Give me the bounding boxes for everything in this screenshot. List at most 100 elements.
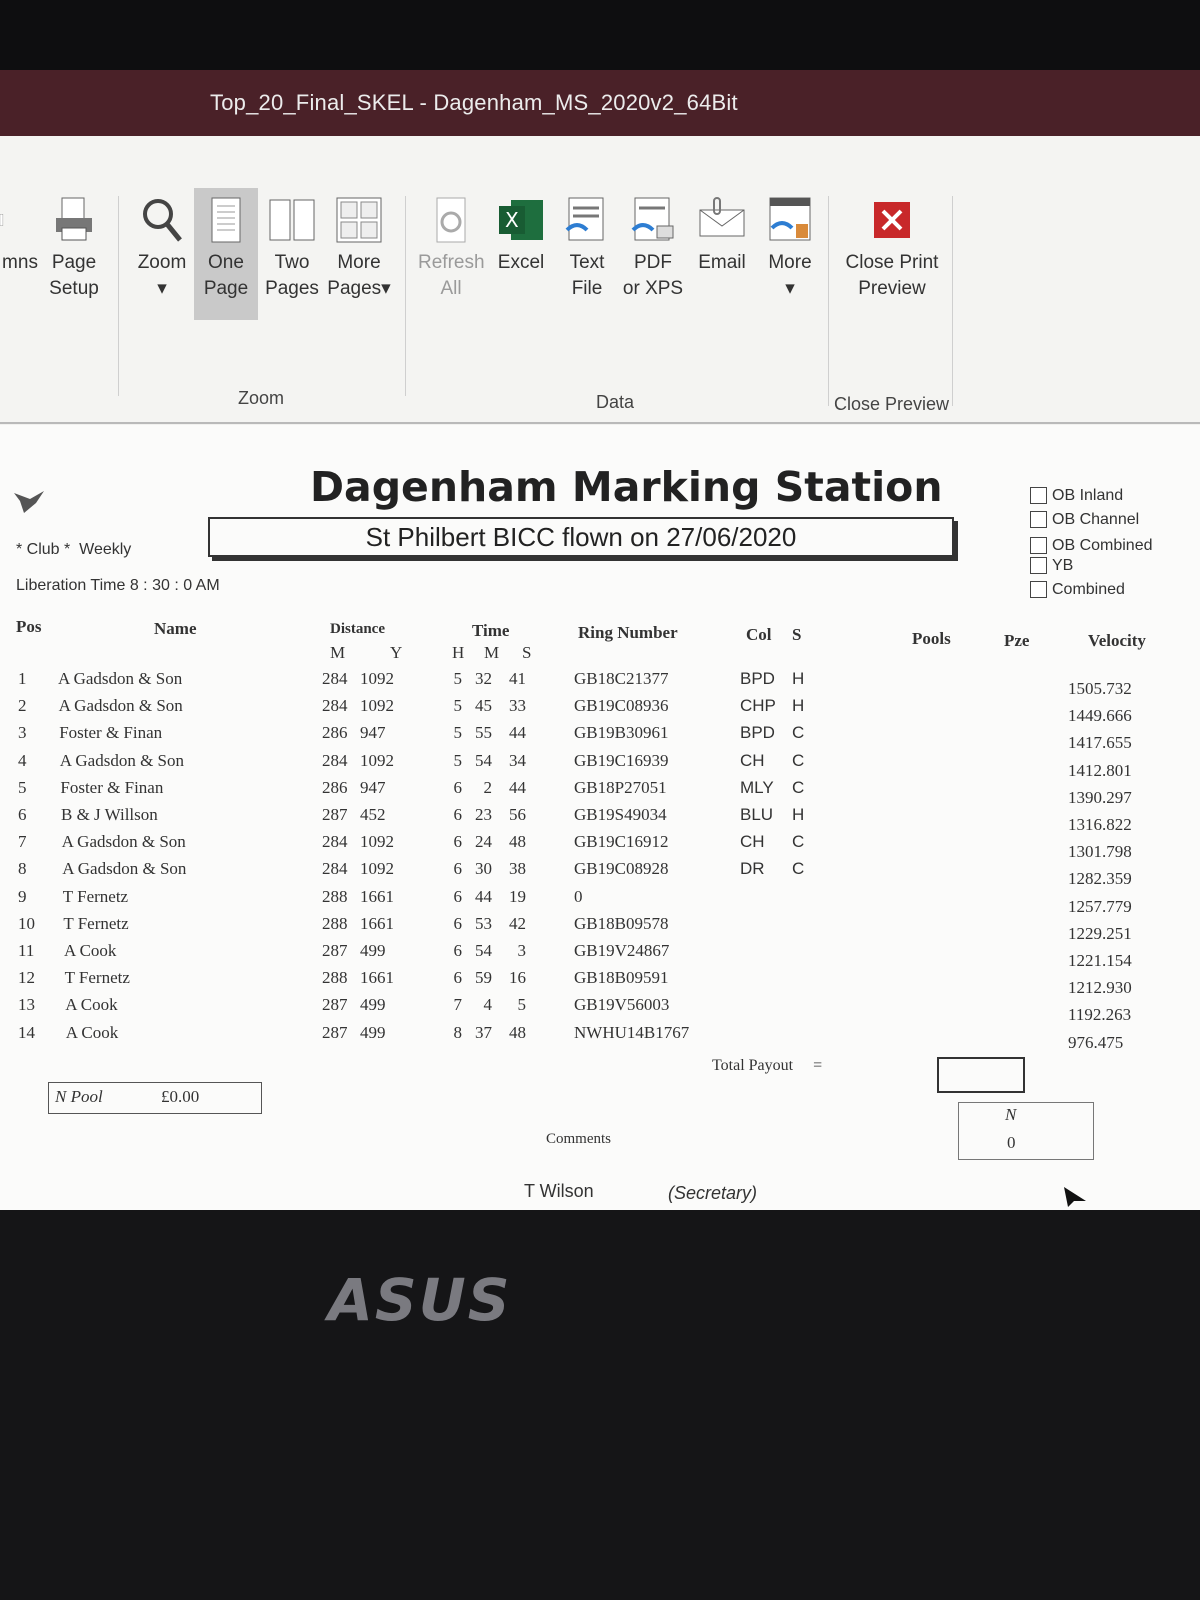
cell-s: 48 bbox=[509, 1022, 526, 1042]
header-pools: Pools bbox=[912, 629, 951, 648]
n-pool-label: N Pool bbox=[55, 1087, 103, 1106]
zoom-dropdown-icon: ▾ bbox=[157, 278, 167, 299]
cell-mi: 54 bbox=[475, 941, 492, 960]
cell-m: 287 bbox=[322, 941, 348, 960]
cell-name: A Gadsdon & Son bbox=[59, 750, 185, 770]
group-label-data: Data bbox=[596, 392, 635, 412]
cell-y: 1092 bbox=[360, 859, 394, 879]
checkbox-combined[interactable]: Combined bbox=[1030, 581, 1125, 599]
cell-col: MLY bbox=[740, 777, 774, 797]
cell-m: 284 bbox=[322, 859, 348, 879]
cell-y: 1661 bbox=[360, 886, 394, 906]
cell-name: Foster & Finan bbox=[60, 777, 164, 797]
cell-pos: 12 bbox=[18, 968, 35, 988]
cell-y: 1092 bbox=[360, 832, 394, 852]
header-time-s: S bbox=[522, 643, 532, 662]
cell-h: 6 bbox=[453, 913, 463, 933]
cell-sex: C bbox=[792, 723, 805, 743]
report-title: Dagenham Marking Station bbox=[310, 463, 943, 511]
cell-mi: 44 bbox=[475, 886, 492, 906]
two-pages-icon bbox=[269, 199, 315, 241]
cell-s: 44 bbox=[509, 723, 526, 743]
cell-s: 38 bbox=[509, 859, 526, 879]
n-summary-box: N 0 bbox=[958, 1102, 1094, 1160]
cell-pos: 14 bbox=[18, 1022, 35, 1042]
cell-s: 42 bbox=[509, 913, 526, 933]
columns-button[interactable]: mns bbox=[0, 196, 40, 276]
more-export-button[interactable]: More ▾ bbox=[762, 196, 818, 302]
checkbox-box bbox=[1030, 487, 1047, 505]
cell-sex: H bbox=[792, 805, 805, 824]
cell-sex: C bbox=[792, 777, 805, 797]
checkbox-ob-combined[interactable]: OB Combined bbox=[1030, 537, 1153, 555]
ribbon-separator bbox=[828, 196, 829, 406]
cell-vel: 1505.732 bbox=[1068, 679, 1132, 698]
cell-sex: C bbox=[792, 832, 805, 852]
excel-export-button[interactable]: X Excel bbox=[494, 196, 548, 276]
cell-h: 6 bbox=[453, 941, 463, 960]
checkbox-box bbox=[1030, 557, 1047, 575]
checkbox-box bbox=[1030, 511, 1047, 529]
two-pages-button[interactable]: Two Pages bbox=[264, 196, 320, 302]
print-preview-ribbon: mns Page Setup Zoom ▾ One Page Two Pages bbox=[0, 136, 1200, 424]
page-setup-button[interactable]: Page Setup bbox=[44, 196, 104, 302]
cell-y: 499 bbox=[360, 1022, 386, 1042]
cell-vel: 1449.666 bbox=[1068, 706, 1132, 726]
refresh-all-button[interactable]: Refresh All bbox=[418, 196, 485, 302]
text-file-label-1: Text bbox=[569, 252, 605, 273]
cell-pos: 13 bbox=[18, 995, 35, 1015]
cell-s: 19 bbox=[509, 886, 526, 906]
more-export-label: More bbox=[768, 252, 812, 273]
cell-m: 284 bbox=[322, 750, 348, 770]
pdf-xps-export-button[interactable]: PDF or XPS bbox=[622, 196, 684, 302]
svg-text:X: X bbox=[505, 208, 519, 232]
header-distance-y: Y bbox=[390, 643, 403, 662]
checkbox-ob-channel[interactable]: OB Channel bbox=[1030, 511, 1139, 529]
cell-y: 947 bbox=[360, 723, 386, 743]
checkbox-label: OB Channel bbox=[1052, 511, 1140, 528]
email-button[interactable]: Email bbox=[692, 196, 752, 276]
subtitle-box: St Philbert BICC flown on 27/06/2020 bbox=[208, 517, 954, 557]
liberation-time: Liberation Time 8 : 30 : 0 AM bbox=[16, 577, 220, 594]
cell-mi: 32 bbox=[475, 669, 492, 688]
one-page-button[interactable]: One Page bbox=[194, 188, 258, 320]
cell-mi: 54 bbox=[475, 750, 492, 770]
cell-vel: 1212.930 bbox=[1068, 978, 1132, 998]
cell-col: CHP bbox=[740, 696, 776, 716]
zoom-button[interactable]: Zoom ▾ bbox=[132, 196, 192, 302]
n-pool-box: N Pool £0.00 bbox=[48, 1082, 262, 1114]
more-pages-button[interactable]: More Pages▾ bbox=[326, 196, 392, 302]
cell-ring: 0 bbox=[574, 886, 583, 906]
more-export-dropdown-icon: ▾ bbox=[785, 278, 795, 299]
text-file-export-button[interactable]: Text File bbox=[560, 196, 614, 302]
cell-mi: 24 bbox=[475, 832, 492, 852]
cell-h: 6 bbox=[453, 886, 463, 906]
cell-h: 6 bbox=[453, 832, 463, 852]
cell-mi: 23 bbox=[475, 805, 492, 824]
cell-name: T Fernetz bbox=[62, 886, 129, 906]
cell-ring: GB18B09578 bbox=[574, 913, 669, 933]
cell-s: 56 bbox=[509, 805, 526, 824]
cell-ring: GB19C08936 bbox=[574, 696, 669, 716]
cell-ring: GB18P27051 bbox=[574, 777, 667, 797]
cell-m: 287 bbox=[322, 995, 348, 1015]
cell-s: 5 bbox=[517, 995, 527, 1015]
comments-label: Comments bbox=[546, 1131, 612, 1147]
cell-col: BPD bbox=[740, 723, 775, 743]
more-pages-label-text: Pages bbox=[327, 278, 382, 299]
cell-name: A Cook bbox=[65, 1022, 119, 1042]
cell-h: 6 bbox=[453, 968, 463, 988]
cell-vel: 1390.297 bbox=[1068, 787, 1132, 807]
checkbox-ob-inland[interactable]: OB Inland bbox=[1030, 487, 1123, 505]
cell-vel: 1229.251 bbox=[1068, 923, 1132, 943]
cell-m: 284 bbox=[322, 696, 348, 716]
cell-pos: 1 bbox=[18, 669, 27, 688]
close-print-preview-button[interactable]: Close Print Preview bbox=[840, 196, 944, 302]
checkbox-yb[interactable]: YB bbox=[1030, 557, 1073, 575]
cell-mi: 4 bbox=[483, 995, 493, 1015]
cell-pos: 5 bbox=[18, 777, 27, 797]
checkbox-label: YB bbox=[1052, 557, 1074, 574]
cell-ring: GB19V24867 bbox=[574, 941, 670, 960]
cell-m: 288 bbox=[322, 968, 348, 988]
cell-h: 6 bbox=[453, 859, 463, 879]
